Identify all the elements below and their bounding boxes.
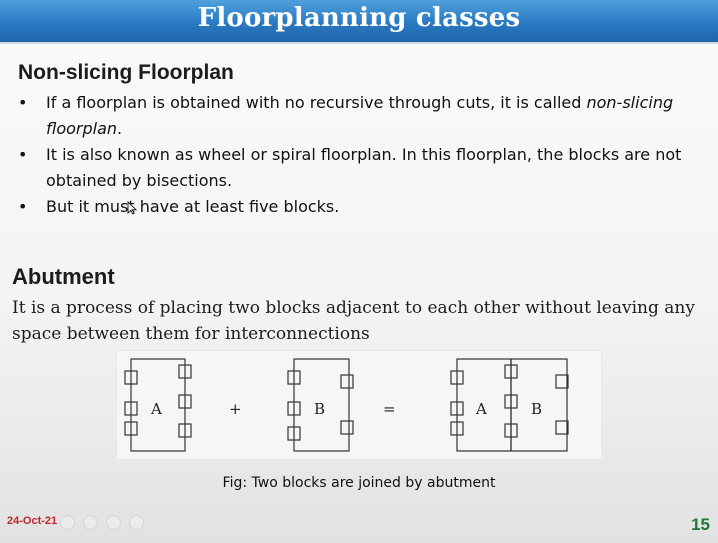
zoom-icon[interactable] [106,515,122,530]
bullet-list: • If a floorplan is obtained with no rec… [18,90,698,220]
abutment-diagram: A + B = A B [124,358,569,452]
block-b-label: B [314,400,325,418]
section-heading-abutment: Abutment [12,264,115,289]
abutment-paragraph: It is a process of placing two blocks ad… [12,298,695,344]
bullet-tail-1: . [117,119,123,138]
combined-block-b-label: B [531,400,542,418]
slideshow-controls [60,515,147,534]
previous-slide-icon[interactable] [60,515,75,530]
pin [340,420,354,435]
figure-caption: Fig: Two blocks are joined by abutment [222,475,496,491]
page-number: 15 [691,515,710,534]
equals-sign: = [383,400,396,418]
pin [555,374,569,389]
bullet-item-2: • It is also known as wheel or spiral fl… [18,142,698,194]
bullet-text-2: It is also known as wheel or spiral floo… [46,145,682,190]
abutment-figure: A + B = A B [116,350,602,460]
more-options-icon[interactable] [129,515,145,530]
section-heading-non-slicing: Non-slicing Floorplan [18,61,234,84]
block-a-label: A [150,400,162,418]
bullet-text-1: If a floorplan is obtained with no recur… [46,93,587,112]
mouse-cursor-icon [127,201,137,215]
pen-tool-icon[interactable] [83,515,99,530]
combined-block-a-label: A [475,400,487,418]
bullet-item-3: • But it must have at least five blocks. [18,194,698,220]
footer-date: 24-Oct-21 [7,515,58,527]
plus-sign: + [229,400,242,418]
pin [555,420,569,435]
bullet-dot: • [18,145,28,164]
slide-title: Floorplanning classes [197,3,521,33]
title-bar: Floorplanning classes [0,0,718,44]
bullet-item-1: • If a floorplan is obtained with no rec… [18,90,698,142]
pin [340,374,354,389]
bullet-dot: • [18,93,28,112]
bullet-text-3: But it must have at least five blocks. [46,197,340,216]
bullet-dot: • [18,197,28,216]
